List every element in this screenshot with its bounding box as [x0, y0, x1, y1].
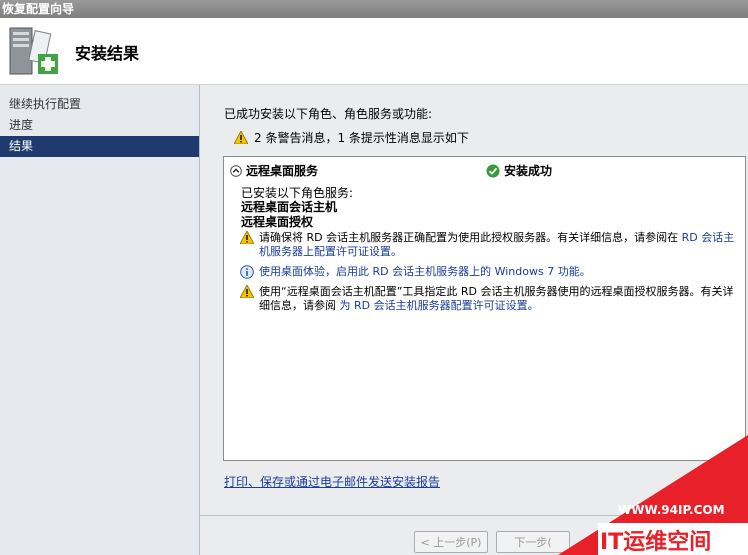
collapse-icon[interactable] [230, 164, 242, 177]
window-title: 恢复配置向导 [0, 0, 748, 18]
warning-icon [234, 131, 248, 144]
prev-button[interactable]: < 上一步(P) [414, 531, 488, 553]
watermark-brand: IT运维空间 [600, 529, 711, 555]
sidebar-item-progress[interactable]: 进度 [0, 115, 199, 136]
warning-summary: 2 条警告消息，1 条提示性消息显示如下 [234, 129, 469, 146]
message-info-1-link[interactable]: 使用桌面体验，启用此 RD 会话主机服务器上的 Windows 7 功能。 [259, 265, 591, 278]
role-header[interactable]: 远程桌面服务 [230, 162, 318, 179]
page-title: 安装结果 [75, 44, 140, 63]
install-status: 安装成功 [486, 162, 552, 179]
role-name: 远程桌面服务 [246, 164, 319, 178]
message-info-1: 使用桌面体验，启用此 RD 会话主机服务器上的 Windows 7 功能。 [240, 265, 740, 279]
message-warning-2-link[interactable]: 为 RD 会话主机服务器配置许可证设置。 [340, 299, 539, 312]
server-install-icon [9, 27, 58, 75]
message-warning-2: 使用“远程桌面会话主机配置”工具指定此 RD 会话主机服务器使用的远程桌面授权服… [240, 285, 740, 313]
message-warning-1: 请确保将 RD 会话主机服务器正确配置为使用此授权服务器。有关详细信息，请参阅在… [240, 231, 740, 259]
sidebar-item-continue-config[interactable]: 继续执行配置 [0, 94, 199, 115]
warning-icon [240, 285, 254, 298]
report-link[interactable]: 打印、保存或通过电子邮件发送安装报告 [224, 473, 440, 490]
message-warning-1-text: 请确保将 RD 会话主机服务器正确配置为使用此授权服务器。有关详细信息，请参阅在 [259, 231, 679, 244]
installed-role-licensing: 远程桌面授权 [241, 215, 314, 229]
wizard-steps-sidebar: 继续执行配置 进度 结果 [0, 85, 200, 555]
install-status-text: 安装成功 [504, 164, 553, 178]
warning-summary-text: 2 条警告消息，1 条提示性消息显示如下 [254, 131, 469, 145]
summary-text: 已成功安装以下角色、角色服务或功能: [224, 107, 433, 121]
success-check-icon [486, 164, 500, 177]
watermark-banner: WWW.94IP.COM IT运维空间 [558, 435, 748, 555]
sidebar-item-results[interactable]: 结果 [0, 136, 199, 157]
info-icon [240, 265, 254, 279]
watermark-url: WWW.94IP.COM [618, 503, 725, 517]
result-details-box[interactable]: 远程桌面服务 安装成功 已安装以下角色服务: 远程桌面会话主机 远程桌面授权 请… [223, 156, 746, 461]
wizard-header: 安装结果 [0, 18, 748, 85]
warning-icon [240, 231, 254, 244]
